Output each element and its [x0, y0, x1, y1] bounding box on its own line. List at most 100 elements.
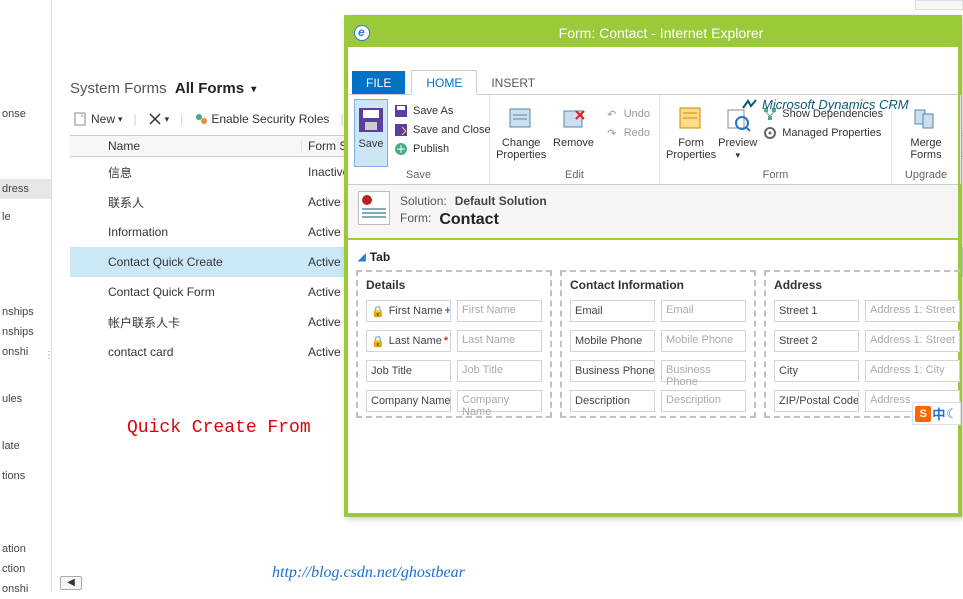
form-field-row[interactable]: Street 1 Address 1: Street: [766, 296, 963, 326]
form-field-row[interactable]: City Address 1: City: [766, 356, 963, 386]
save-close-button[interactable]: Save and Close: [390, 121, 494, 139]
form-section[interactable]: Contact Information Email Email Mobile Phon…: [560, 270, 756, 418]
delete-button[interactable]: ▾: [144, 110, 174, 128]
grid-toolbar: New ▾ | ▾ | Enable Security Roles |: [70, 110, 373, 128]
section-title: Details: [358, 272, 550, 296]
chevron-down-icon: ▾: [165, 114, 170, 125]
field-label[interactable]: Street 2: [774, 330, 859, 352]
field-label[interactable]: City: [774, 360, 859, 382]
column-name[interactable]: Name: [102, 139, 302, 153]
view-filter[interactable]: All Forms ▾: [175, 80, 256, 97]
enable-security-button[interactable]: Enable Security Roles: [190, 110, 333, 128]
ie-icon: [354, 25, 370, 41]
nav-item[interactable]: ules: [0, 389, 51, 409]
save-button[interactable]: Save: [354, 99, 388, 167]
nav-item[interactable]: ation: [0, 539, 51, 559]
tab-home[interactable]: HOME: [411, 70, 477, 95]
redo-icon: ↷: [604, 125, 620, 141]
field-input[interactable]: Business Phone: [661, 360, 746, 382]
field-input[interactable]: Mobile Phone: [661, 330, 746, 352]
gear-icon: [762, 125, 778, 141]
security-icon: [194, 112, 208, 126]
nav-item[interactable]: onse: [0, 104, 51, 124]
nav-item[interactable]: tions: [0, 466, 51, 486]
field-label[interactable]: Street 1: [774, 300, 859, 322]
ime-moon-icon: ☾: [946, 406, 958, 422]
field-input[interactable]: Address 1: City: [865, 360, 960, 382]
nav-item[interactable]: nships: [0, 302, 51, 322]
tab-file[interactable]: FILE: [352, 71, 405, 94]
remove-icon: [558, 103, 590, 135]
form-field-row[interactable]: Company Name Company Name: [358, 386, 550, 416]
field-label[interactable]: Mobile Phone: [570, 330, 655, 352]
collapse-triangle-icon: ◢: [358, 252, 366, 263]
publish-button[interactable]: Publish: [390, 140, 494, 158]
nav-item[interactable]: le: [0, 207, 51, 227]
form-field-row[interactable]: Business Phone Business Phone: [562, 356, 754, 386]
ime-badge[interactable]: S 中 ☾: [912, 402, 961, 425]
field-label[interactable]: ZIP/Postal Code: [774, 390, 859, 412]
left-nav-sidebar: onse dress le nships nships onshi ules l…: [0, 0, 52, 592]
ie-titlebar[interactable]: Form: Contact - Internet Explorer: [348, 19, 958, 47]
form-field-row[interactable]: 🔒Last Name* Last Name: [358, 326, 550, 356]
merge-icon: [910, 103, 942, 135]
field-label[interactable]: Business Phone: [570, 360, 655, 382]
field-label[interactable]: Email: [570, 300, 655, 322]
form-field-row[interactable]: Email Email: [562, 296, 754, 326]
ribbon-group-save: Save Save As Save and Close Publish Save: [348, 95, 490, 184]
redo-button[interactable]: ↷Redo: [601, 124, 653, 142]
field-input[interactable]: Address 1: Street: [865, 300, 960, 322]
section-title: Contact Information: [562, 272, 754, 296]
ie-body: Microsoft Dynamics CRM FILE HOME INSERT …: [348, 47, 958, 513]
field-input[interactable]: Email: [661, 300, 746, 322]
field-label[interactable]: Company Name: [366, 390, 451, 412]
save-as-icon: [393, 103, 409, 119]
ribbon-tabs: FILE HOME INSERT: [348, 65, 958, 95]
field-label[interactable]: Description: [570, 390, 655, 412]
form-properties-button[interactable]: Form Properties: [666, 99, 716, 167]
tab-insert[interactable]: INSERT: [477, 71, 549, 94]
ie-window: Form: Contact - Internet Explorer Micros…: [344, 15, 962, 517]
form-field-row[interactable]: Mobile Phone Mobile Phone: [562, 326, 754, 356]
scroll-left-button[interactable]: ◀: [60, 576, 82, 590]
form-section[interactable]: AddressStreet 1Address 1: StreetStreet 2…: [764, 270, 963, 418]
form-field-row[interactable]: Job Title Job Title: [358, 356, 550, 386]
field-label[interactable]: 🔒Last Name*: [366, 330, 451, 352]
save-as-button[interactable]: Save As: [390, 102, 494, 120]
field-input[interactable]: Description: [661, 390, 746, 412]
field-input[interactable]: First Name: [457, 300, 542, 322]
chevron-down-icon: ▾: [735, 150, 740, 160]
field-label[interactable]: 🔒First Name+: [366, 300, 451, 322]
section-title: Address: [766, 272, 963, 296]
nav-item[interactable]: nships: [0, 322, 51, 342]
new-icon: [74, 112, 88, 126]
form-field-row[interactable]: 🔒First Name+ First Name: [358, 296, 550, 326]
change-properties-button[interactable]: Change Properties: [496, 99, 546, 167]
plus-icon: +: [444, 305, 450, 317]
form-field-row[interactable]: Street 2 Address 1: Street: [766, 326, 963, 356]
required-star-icon: *: [444, 335, 448, 347]
save-close-icon: [393, 122, 409, 138]
nav-item[interactable]: dress: [0, 179, 51, 199]
field-input[interactable]: Company Name: [457, 390, 542, 412]
field-input[interactable]: Last Name: [457, 330, 542, 352]
ime-cn-label: 中: [932, 404, 945, 423]
managed-properties-button[interactable]: Managed Properties: [759, 124, 886, 142]
form-properties-icon: [675, 103, 707, 135]
crm-brand: Microsoft Dynamics CRM: [742, 97, 909, 112]
undo-button[interactable]: ↶Undo: [601, 105, 653, 123]
remove-button[interactable]: Remove: [548, 99, 598, 167]
form-section[interactable]: Details 🔒First Name+ First Name 🔒Last Name*…: [356, 270, 552, 418]
form-field-row[interactable]: Description Description: [562, 386, 754, 416]
footer-link[interactable]: http://blog.csdn.net/ghostbear: [272, 564, 465, 582]
nav-item[interactable]: onshi: [0, 579, 51, 599]
field-input[interactable]: Address 1: Street: [865, 330, 960, 352]
form-info-bar: Solution: Default Solution Form: Contact: [348, 185, 958, 240]
field-label[interactable]: Job Title: [366, 360, 451, 382]
new-button[interactable]: New ▾: [70, 110, 127, 128]
form-canvas: ◢ Tab Details 🔒First Name+ First Name 🔒Last…: [348, 240, 958, 424]
nav-item[interactable]: late: [0, 436, 51, 456]
nav-item[interactable]: ction: [0, 559, 51, 579]
form-tab-header[interactable]: ◢ Tab: [358, 250, 950, 264]
field-input[interactable]: Job Title: [457, 360, 542, 382]
